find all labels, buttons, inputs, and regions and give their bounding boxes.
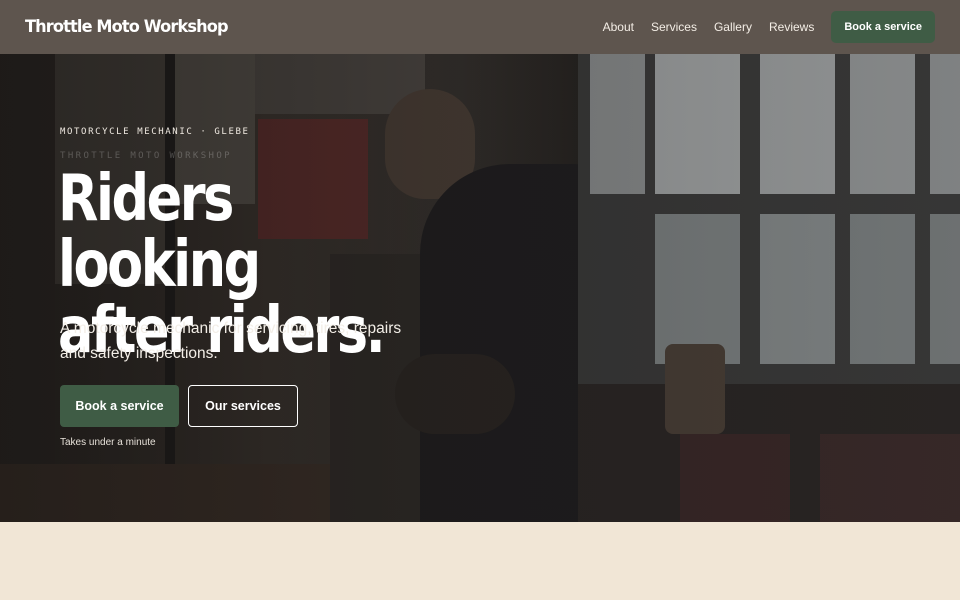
nav-link-about[interactable]: About	[603, 20, 634, 34]
hero-section: MOTORCYCLE MECHANIC · GLEBE THROTTLE MOT…	[0, 54, 960, 522]
site-header: Throttle Moto Workshop About Services Ga…	[0, 0, 960, 54]
booking-time-note: Takes under a minute	[60, 437, 156, 448]
hero-subtext: A motorcycle mechanic for servicing, tir…	[60, 320, 402, 362]
main-nav: About Services Gallery Reviews Book a se…	[603, 11, 935, 43]
hero-eyebrow: MOTORCYCLE MECHANIC · GLEBE	[60, 127, 250, 137]
book-service-button[interactable]: Book a service	[60, 385, 179, 427]
header-book-button[interactable]: Book a service	[831, 11, 935, 43]
nav-link-reviews[interactable]: Reviews	[769, 20, 814, 34]
nav-link-services[interactable]: Services	[651, 20, 697, 34]
next-section	[0, 522, 960, 600]
hero-headline-line-1: Riders looking	[58, 162, 261, 302]
our-services-button[interactable]: Our services	[188, 385, 298, 427]
nav-link-gallery[interactable]: Gallery	[714, 20, 752, 34]
hero-eyebrow-secondary: THROTTLE MOTO WORKSHOP	[60, 151, 233, 161]
brand-logo[interactable]: Throttle Moto Workshop	[25, 17, 229, 37]
